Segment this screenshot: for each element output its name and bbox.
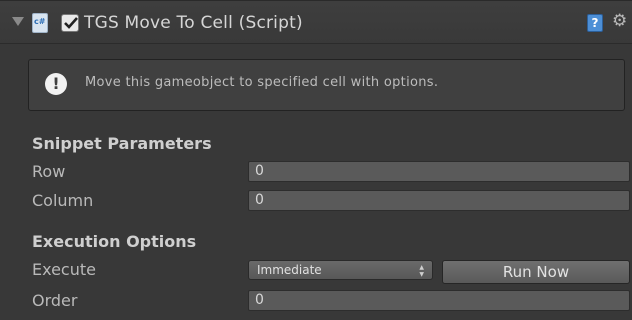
component-enabled-checkbox[interactable] bbox=[61, 14, 79, 32]
component-header[interactable]: c# TGS Move To Cell (Script) ? ⚙ bbox=[0, 0, 632, 44]
helpbox-message: Move this gameobject to specified cell w… bbox=[85, 75, 439, 90]
column-field[interactable]: 0 bbox=[248, 190, 630, 211]
section-execution-options: Execution Options bbox=[32, 232, 197, 251]
info-exclamation-icon: ! bbox=[45, 73, 67, 95]
row-label: Row bbox=[32, 162, 66, 181]
gear-icon[interactable]: ⚙ bbox=[612, 11, 627, 31]
execute-label: Execute bbox=[32, 260, 96, 279]
help-book-icon[interactable]: ? bbox=[587, 14, 603, 32]
column-label: Column bbox=[32, 191, 94, 210]
inspector-component-panel: c# TGS Move To Cell (Script) ? ⚙ ! Move … bbox=[0, 0, 632, 320]
run-now-button[interactable]: Run Now bbox=[442, 260, 630, 284]
row-field[interactable]: 0 bbox=[248, 161, 630, 182]
info-helpbox: ! Move this gameobject to specified cell… bbox=[28, 59, 625, 111]
order-label: Order bbox=[32, 291, 78, 310]
foldout-triangle-icon[interactable] bbox=[12, 17, 24, 26]
dropdown-arrows-icon: ▲ ▼ bbox=[419, 264, 424, 278]
section-snippet-parameters: Snippet Parameters bbox=[32, 134, 212, 153]
cs-script-icon: c# bbox=[32, 13, 48, 33]
component-title: TGS Move To Cell (Script) bbox=[84, 13, 303, 33]
execute-dropdown[interactable]: Immediate ▲ ▼ bbox=[248, 260, 433, 280]
execute-dropdown-value: Immediate bbox=[257, 263, 322, 277]
order-field[interactable]: 0 bbox=[248, 290, 630, 311]
